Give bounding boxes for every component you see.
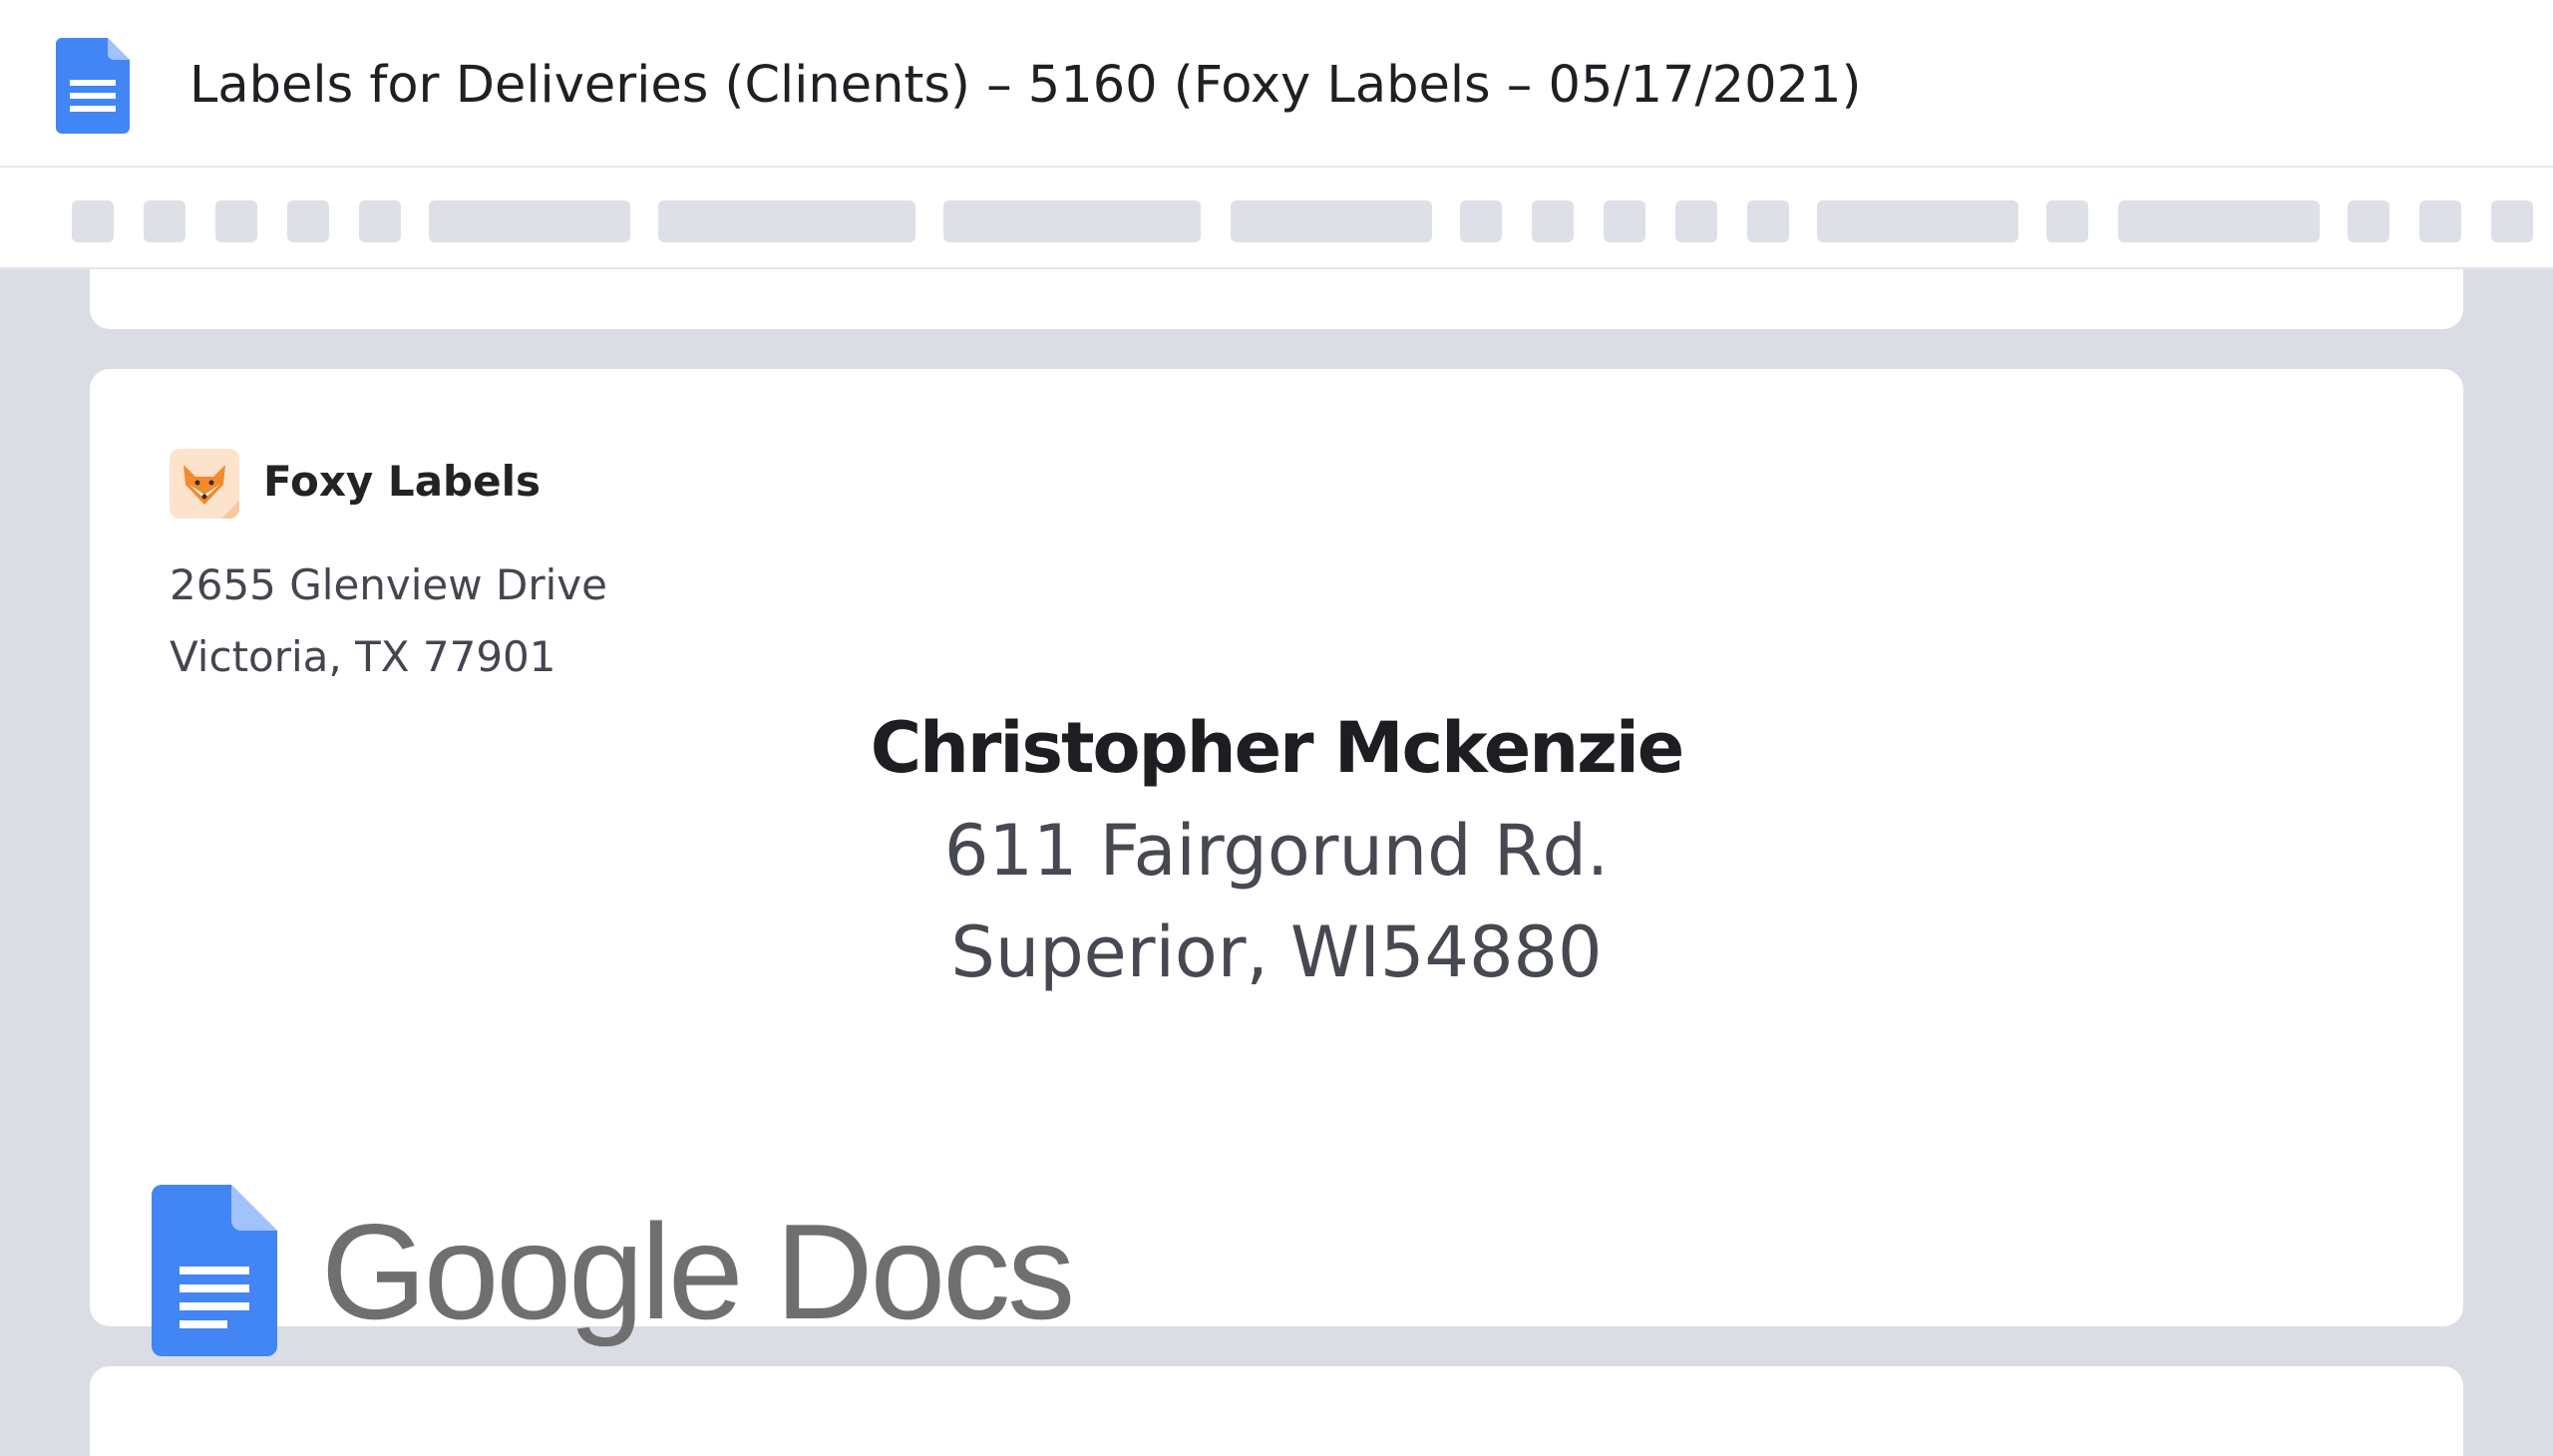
recipient-address-line1: 611 Fairgorund Rd. xyxy=(943,810,1610,892)
brand-name: Foxy Labels xyxy=(263,457,541,506)
toolbar-button[interactable] xyxy=(2348,200,2389,242)
recipient-address-line2: Superior, WI54880 xyxy=(950,911,1603,993)
toolbar-dropdown[interactable] xyxy=(658,200,915,242)
google-docs-icon xyxy=(152,1185,277,1356)
google-docs-wordmark: Google Docs xyxy=(321,1196,1075,1347)
toolbar-dropdown[interactable] xyxy=(943,200,1201,242)
toolbar-button[interactable] xyxy=(1460,200,1502,242)
toolbar-button[interactable] xyxy=(72,200,114,242)
toolbar-dropdown[interactable] xyxy=(1231,200,1432,242)
toolbar xyxy=(0,168,2553,269)
toolbar-button[interactable] xyxy=(1532,200,1574,242)
toolbar-button[interactable] xyxy=(359,200,401,242)
recipient-name: Christopher Mckenzie xyxy=(870,707,1685,789)
toolbar-button[interactable] xyxy=(2419,200,2461,242)
toolbar-button[interactable] xyxy=(287,200,329,242)
toolbar-dropdown[interactable] xyxy=(429,200,630,242)
google-docs-icon[interactable] xyxy=(56,38,130,134)
toolbar-button[interactable] xyxy=(215,200,257,242)
toolbar-button[interactable] xyxy=(1675,200,1717,242)
toolbar-dropdown[interactable] xyxy=(2118,200,2320,242)
toolbar-dropdown[interactable] xyxy=(1817,200,2018,242)
sender-address-line2: Victoria, TX 77901 xyxy=(170,632,556,681)
toolbar-button[interactable] xyxy=(2046,200,2088,242)
toolbar-button[interactable] xyxy=(1747,200,1789,242)
toolbar-button[interactable] xyxy=(2491,200,2533,242)
next-page xyxy=(90,1366,2463,1456)
toolbar-button[interactable] xyxy=(144,200,185,242)
toolbar-button[interactable] xyxy=(1604,200,1645,242)
document-title[interactable]: Labels for Deliveries (Clinents) – 5160 … xyxy=(189,48,1861,124)
title-bar: Labels for Deliveries (Clinents) – 5160 … xyxy=(0,0,2553,168)
sender-address-line1: 2655 Glenview Drive xyxy=(170,560,607,609)
fox-icon xyxy=(170,449,239,519)
previous-page xyxy=(90,269,2463,329)
